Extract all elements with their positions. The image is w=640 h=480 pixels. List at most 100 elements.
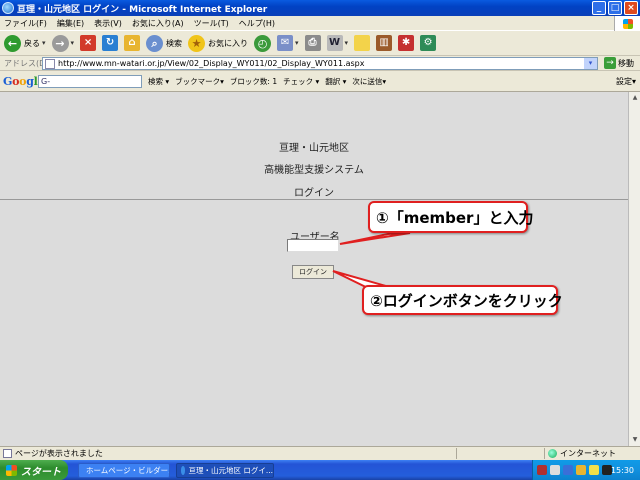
search-button[interactable]: ⌕ 検索	[146, 34, 183, 52]
tray-messenger-icon[interactable]	[589, 465, 599, 475]
standard-toolbar: ← 戻る ▾ → ▾ × ↻ ⌂ ⌕ 検索 ★ お気に入り ◴ ✉ ▾ ⎙ W ▾ …	[0, 31, 640, 56]
stop-icon: ×	[80, 35, 97, 51]
tools-button[interactable]: ⚙	[420, 35, 437, 51]
back-button[interactable]: ← 戻る ▾	[4, 34, 46, 52]
refresh-icon: ↻	[102, 35, 119, 51]
close-button[interactable]: ×	[624, 1, 638, 15]
taskbar-item-ie-login[interactable]: 亘理・山元地区 ログイ...	[176, 463, 274, 478]
research-button[interactable]: ▥	[376, 35, 393, 51]
edit-dropdown-icon[interactable]: ▾	[345, 39, 349, 47]
tray-help-icon[interactable]	[550, 465, 560, 475]
edit-icon: W	[326, 35, 343, 51]
back-label: 戻る	[24, 38, 40, 48]
status-bar: ページが表示されました インターネット	[0, 446, 640, 460]
popup-block-count[interactable]: ブロック数: 1	[230, 76, 277, 87]
back-dropdown-icon[interactable]: ▾	[42, 39, 46, 47]
page-icon	[45, 58, 55, 69]
login-button[interactable]: ログイン	[292, 265, 334, 279]
history-icon: ◴	[254, 34, 272, 52]
go-button[interactable]: → 移動	[604, 57, 634, 69]
search-icon: ⌕	[146, 34, 164, 52]
favorites-button[interactable]: ★ お気に入り	[188, 34, 249, 52]
google-toolbar: Google G- 検索 ▾ ブックマーク▾ ブロック数: 1 チェック ▾ 翻…	[0, 71, 640, 92]
print-button[interactable]: ⎙	[304, 35, 321, 51]
history-button[interactable]: ◴	[254, 34, 272, 52]
address-input[interactable]: http://www.mn-watari.or.jp/View/02_Displ…	[42, 57, 598, 70]
status-text: ページが表示されました	[15, 449, 103, 458]
menu-file[interactable]: ファイル(F)	[4, 18, 47, 29]
address-dropdown-icon[interactable]: ▾	[584, 58, 597, 69]
callout-step1: ①「member」と入力	[368, 201, 533, 233]
internet-zone-icon	[548, 449, 557, 458]
callout-step2: ②ログインボタンをクリック	[362, 285, 563, 315]
address-bar: アドレス(D) http://www.mn-watari.or.jp/View/…	[0, 56, 640, 71]
scroll-up-icon[interactable]: ▲	[630, 93, 640, 103]
google-settings-button[interactable]: 設定▾	[616, 76, 636, 87]
research-icon: ▥	[376, 35, 393, 51]
ie-icon	[2, 2, 14, 14]
stop-button[interactable]: ×	[80, 35, 97, 51]
windows-flag-icon	[622, 18, 633, 29]
menu-view[interactable]: 表示(V)	[94, 18, 122, 29]
tray-network-icon[interactable]	[563, 465, 573, 475]
spellcheck-button[interactable]: チェック ▾	[283, 76, 319, 87]
menu-bar: ファイル(F) 編集(E) 表示(V) お気に入り(A) ツール(T) ヘルプ(…	[0, 16, 640, 31]
ie-icon	[181, 466, 186, 475]
forward-arrow-icon: →	[51, 34, 69, 52]
edit-button[interactable]: W ▾	[326, 35, 349, 51]
page-heading-login: ログイン	[294, 188, 334, 199]
google-search-button[interactable]: 検索 ▾	[148, 76, 169, 87]
back-arrow-icon: ←	[4, 34, 21, 52]
mail-icon: ✉	[277, 35, 294, 51]
google-search-input[interactable]: G-	[38, 75, 142, 88]
system-tray: 15:30	[532, 460, 640, 480]
messenger-icon: ✱	[398, 35, 415, 51]
page-done-icon	[3, 449, 12, 458]
page-heading-system: 高機能型支援システム	[264, 165, 364, 176]
forward-button[interactable]: → ▾	[51, 34, 75, 52]
star-icon: ★	[188, 34, 206, 52]
print-icon: ⎙	[304, 35, 321, 51]
address-url[interactable]: http://www.mn-watari.or.jp/View/02_Displ…	[58, 59, 365, 68]
translate-button[interactable]: 翻訳 ▾	[325, 76, 346, 87]
windows-logo	[614, 16, 640, 31]
username-input[interactable]	[287, 239, 339, 252]
tray-ime-icon[interactable]	[537, 465, 547, 475]
menu-edit[interactable]: 編集(E)	[57, 18, 84, 29]
window-title: 亘理・山元地区 ログイン - Microsoft Internet Explor…	[17, 4, 268, 15]
start-label: スタート	[21, 466, 61, 478]
status-separator	[544, 448, 545, 459]
refresh-button[interactable]: ↻	[102, 35, 119, 51]
task-label: 亘理・山元地区 ログイ...	[188, 466, 273, 475]
google-bookmarks[interactable]: ブックマーク▾	[175, 76, 224, 87]
windows-flag-icon	[6, 464, 17, 476]
forward-dropdown-icon[interactable]: ▾	[71, 39, 75, 47]
favorites-label: お気に入り	[208, 38, 249, 48]
mail-dropdown-icon[interactable]: ▾	[295, 39, 299, 47]
tray-app-icon[interactable]	[576, 465, 586, 475]
taskbar-clock: 15:30	[610, 465, 634, 475]
go-label: 移動	[618, 58, 634, 68]
start-button[interactable]: スタート	[0, 460, 68, 480]
search-label: 検索	[166, 38, 183, 48]
minimize-button[interactable]: _	[592, 1, 606, 15]
status-separator	[456, 448, 457, 459]
home-button[interactable]: ⌂	[124, 35, 141, 51]
menu-favorites[interactable]: お気に入り(A)	[132, 18, 184, 29]
divider	[0, 199, 628, 200]
taskbar-item-homepage-builder[interactable]: ホームページ・ビルダー...	[78, 463, 170, 478]
note-icon	[354, 35, 371, 51]
menu-help[interactable]: ヘルプ(H)	[239, 18, 275, 29]
home-icon: ⌂	[124, 35, 141, 51]
mail-button[interactable]: ✉ ▾	[277, 35, 299, 51]
window-title-bar[interactable]: 亘理・山元地区 ログイン - Microsoft Internet Explor…	[0, 0, 640, 16]
menu-tools[interactable]: ツール(T)	[194, 18, 229, 29]
maximize-button[interactable]: □	[608, 1, 622, 15]
messenger-button[interactable]: ✱	[398, 35, 415, 51]
taskbar: スタート ホームページ・ビルダー... 亘理・山元地区 ログイ... 15:30	[0, 460, 640, 480]
send-to-button[interactable]: 次に送信▾	[352, 76, 386, 87]
vertical-scrollbar[interactable]: ▲ ▼	[628, 92, 640, 446]
discuss-button[interactable]	[354, 35, 371, 51]
gear-icon: ⚙	[420, 35, 437, 51]
scroll-down-icon[interactable]: ▼	[630, 435, 640, 445]
